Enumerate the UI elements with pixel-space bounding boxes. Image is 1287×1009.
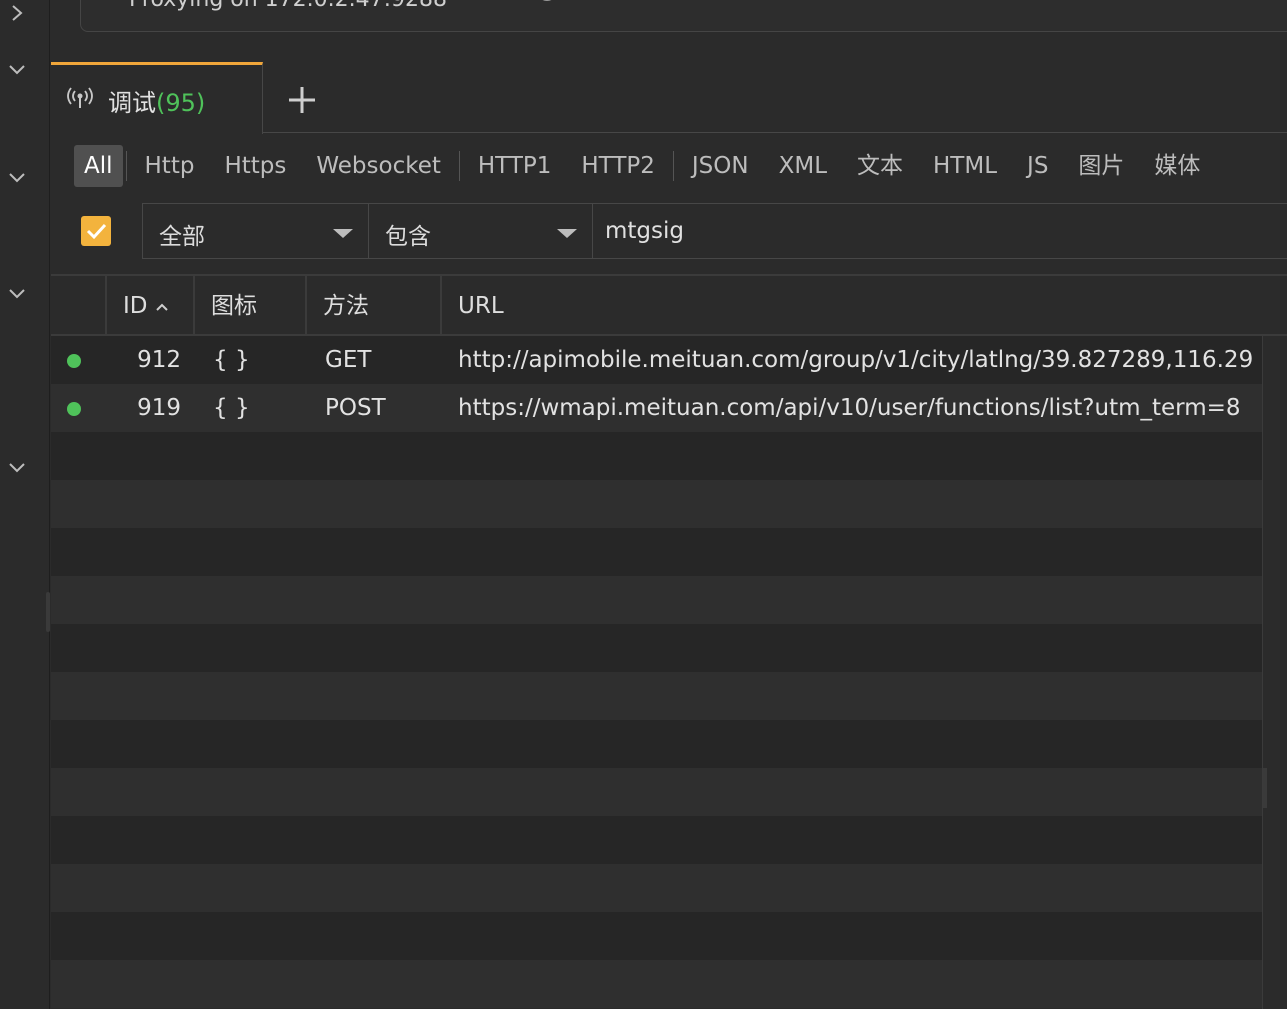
column-header-icon[interactable]: 图标: [193, 276, 305, 336]
filter-websocket[interactable]: Websocket: [301, 145, 456, 187]
empty-row: [51, 528, 1263, 576]
filter-image[interactable]: 图片: [1063, 145, 1139, 187]
filter-separator: [458, 151, 460, 181]
filter-html[interactable]: HTML: [918, 145, 1012, 187]
empty-row: [51, 912, 1263, 960]
filter-separator: [672, 151, 674, 181]
filter-http2[interactable]: HTTP2: [566, 145, 670, 187]
scope-select-value: 全部: [159, 224, 205, 250]
proxy-status-bar: Proxying on 172.0.2.47:9288: [80, 0, 1287, 32]
antenna-icon: [67, 87, 93, 108]
empty-row: [51, 960, 1263, 1008]
sort-ascending-icon: [155, 303, 168, 311]
filter-json[interactable]: JSON: [677, 145, 764, 187]
empty-row: [51, 432, 1263, 480]
table-header: ID 图标 方法 URL: [51, 274, 1287, 336]
filter-media[interactable]: 媒体: [1139, 145, 1215, 187]
cell-method: POST: [325, 395, 386, 421]
cell-url: https://wmapi.meituan.com/api/v10/user/f…: [458, 395, 1241, 421]
sidebar-resize-handle[interactable]: [46, 592, 50, 632]
empty-row: [51, 864, 1263, 912]
match-select[interactable]: 包含: [368, 203, 593, 259]
tab-label: 调试(95): [108, 83, 205, 118]
sidebar: [0, 0, 50, 1009]
table-row[interactable]: 919 { } POST https://wmapi.meituan.com/a…: [51, 384, 1263, 432]
cell-icon: { }: [213, 395, 250, 421]
filter-js[interactable]: JS: [1012, 145, 1063, 187]
request-table: ID 图标 方法 URL 912 { } GET http://apimobil…: [51, 274, 1287, 1009]
chevron-down-icon[interactable]: [6, 166, 28, 188]
status-dot: [67, 402, 81, 416]
filter-http[interactable]: Http: [130, 145, 210, 187]
proxy-status-text: Proxying on 172.0.2.47:9288: [129, 0, 447, 12]
tab-debug[interactable]: 调试(95): [51, 62, 263, 134]
column-header-method[interactable]: 方法: [305, 276, 440, 336]
chevron-right-icon[interactable]: [6, 2, 28, 24]
checkmark-icon: [86, 223, 107, 240]
cell-url: http://apimobile.meituan.com/group/v1/ci…: [458, 347, 1254, 373]
edit-icon[interactable]: [581, 0, 601, 1]
tab-bar-divider: [262, 132, 1287, 133]
column-header-id-label: ID: [123, 293, 148, 319]
cell-method: GET: [325, 347, 372, 373]
empty-row: [51, 672, 1263, 720]
match-select-value: 包含: [385, 224, 431, 250]
empty-row: [51, 816, 1263, 864]
phone-icon[interactable]: [679, 0, 699, 1]
filter-separator: [125, 151, 127, 181]
table-body: 912 { } GET http://apimobile.meituan.com…: [51, 336, 1263, 1008]
dropdown-caret-icon: [333, 229, 353, 238]
empty-row: [51, 624, 1263, 672]
info-icon[interactable]: [537, 0, 557, 1]
scrollbar-thumb[interactable]: [1263, 768, 1267, 808]
column-header-id[interactable]: ID: [105, 276, 193, 336]
scope-select[interactable]: 全部: [142, 203, 369, 259]
chevron-down-icon[interactable]: [6, 282, 28, 304]
filter-https[interactable]: Https: [209, 145, 301, 187]
copy-icon[interactable]: [629, 0, 649, 1]
cell-id: 919: [137, 395, 181, 421]
vertical-scrollbar[interactable]: [1262, 336, 1287, 1009]
filter-enable-checkbox[interactable]: [81, 216, 111, 246]
chevron-down-icon[interactable]: [6, 456, 28, 478]
filter-xml[interactable]: XML: [764, 145, 842, 187]
status-dot: [67, 354, 81, 368]
empty-row: [51, 576, 1263, 624]
add-tab-icon[interactable]: [286, 84, 318, 116]
search-input[interactable]: [592, 203, 1287, 259]
table-row[interactable]: 912 { } GET http://apimobile.meituan.com…: [51, 336, 1263, 384]
filter-all[interactable]: All: [74, 145, 123, 187]
filter-http1[interactable]: HTTP1: [463, 145, 567, 187]
tab-count: (95): [156, 89, 206, 117]
column-header-url[interactable]: URL: [440, 276, 1263, 336]
empty-row: [51, 768, 1263, 816]
dropdown-caret-icon: [557, 229, 577, 238]
filter-text[interactable]: 文本: [842, 145, 918, 187]
chevron-down-icon[interactable]: [6, 58, 28, 80]
tab-title: 调试: [108, 89, 156, 117]
filter-bar: All Http Https Websocket HTTP1 HTTP2 JSO…: [74, 144, 1215, 188]
empty-row: [51, 480, 1263, 528]
empty-row: [51, 720, 1263, 768]
cell-icon: { }: [213, 347, 250, 373]
cell-id: 912: [137, 347, 181, 373]
